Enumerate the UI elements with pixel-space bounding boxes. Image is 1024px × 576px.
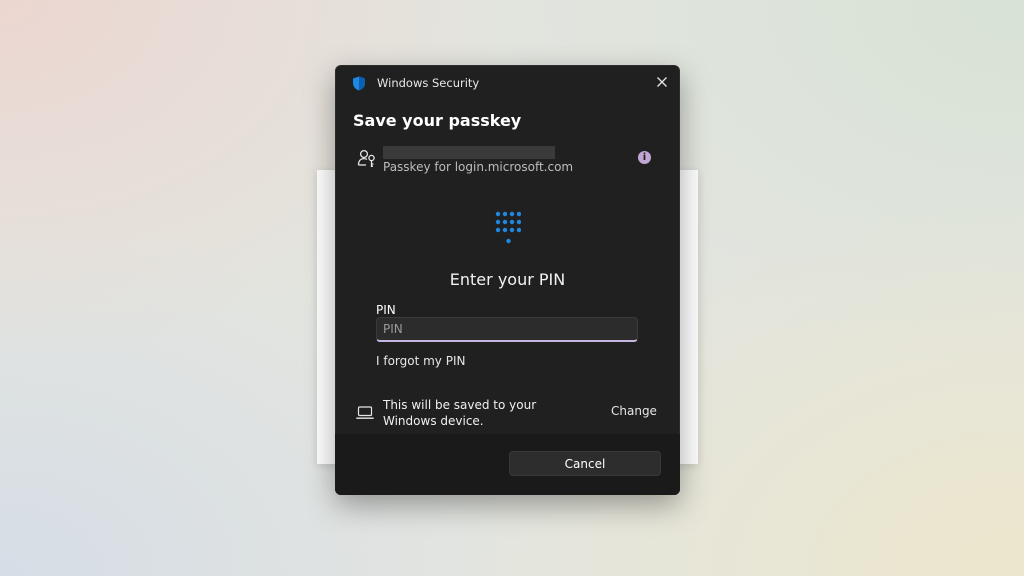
pin-field-label: PIN <box>376 303 396 317</box>
change-location-link[interactable]: Change <box>611 404 657 418</box>
cancel-button[interactable]: Cancel <box>509 451 661 476</box>
forgot-pin-link[interactable]: I forgot my PIN <box>376 354 465 368</box>
pin-input[interactable] <box>376 317 638 342</box>
passkey-dialog: Windows Security Save your passkey Passk… <box>335 65 680 495</box>
enter-pin-prompt: Enter your PIN <box>449 270 566 289</box>
passkey-site: Passkey for login.microsoft.com <box>383 160 574 174</box>
dialog-heading: Save your passkey <box>353 111 522 130</box>
close-button[interactable] <box>648 69 676 95</box>
redacted-account-name <box>383 146 555 159</box>
close-icon <box>657 77 667 87</box>
account-key-icon <box>357 149 377 169</box>
shield-icon <box>352 76 366 91</box>
title-bar: Windows Security <box>335 65 680 101</box>
dialog-footer: Cancel <box>335 434 680 495</box>
storage-note: This will be saved to your Windows devic… <box>383 398 537 428</box>
laptop-icon <box>356 405 374 419</box>
app-title: Windows Security <box>377 76 480 90</box>
info-icon[interactable]: i <box>638 151 651 164</box>
pin-pad-icon <box>495 211 522 245</box>
